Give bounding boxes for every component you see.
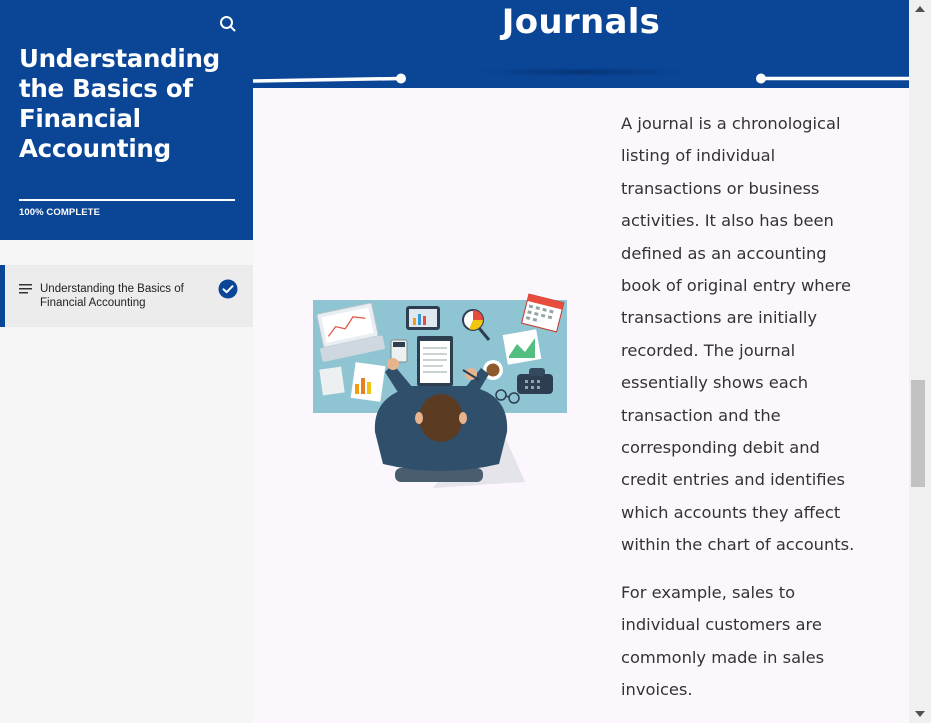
sidebar-header: Understanding the Basics of Financial Ac… bbox=[0, 0, 253, 240]
search-icon bbox=[220, 16, 236, 32]
progress-label: 100% COMPLETE bbox=[19, 207, 101, 218]
paragraph: For example, sales to individual custome… bbox=[621, 582, 825, 699]
menu-lines-icon bbox=[19, 284, 32, 294]
scrollbar[interactable] bbox=[909, 0, 931, 723]
scroll-thumb[interactable] bbox=[911, 380, 925, 487]
scroll-up-button[interactable] bbox=[909, 0, 931, 20]
scroll-down-button[interactable] bbox=[909, 703, 931, 723]
triangle-down-icon bbox=[915, 711, 925, 717]
lesson-item[interactable]: Understanding the Basics of Financial Ac… bbox=[0, 265, 253, 327]
accountant-desk-illustration bbox=[313, 293, 567, 488]
main-content: Journals A journal is a chronological li… bbox=[253, 0, 909, 723]
search-button[interactable] bbox=[218, 14, 238, 34]
banner-divider bbox=[253, 66, 909, 84]
lesson-heading: Journals bbox=[501, 2, 661, 42]
course-title: Understanding the Basics of Financial Ac… bbox=[19, 44, 220, 163]
check-circle-icon bbox=[218, 279, 238, 299]
paragraph: A journal is a chronological listing of … bbox=[621, 114, 855, 555]
sidebar: Understanding the Basics of Financial Ac… bbox=[0, 0, 253, 723]
lesson-label: Understanding the Basics of Financial Ac… bbox=[40, 283, 184, 309]
progress-bar bbox=[19, 199, 235, 201]
triangle-up-icon bbox=[915, 6, 925, 12]
lesson-body: A journal is a chronological listing of … bbox=[621, 108, 871, 721]
